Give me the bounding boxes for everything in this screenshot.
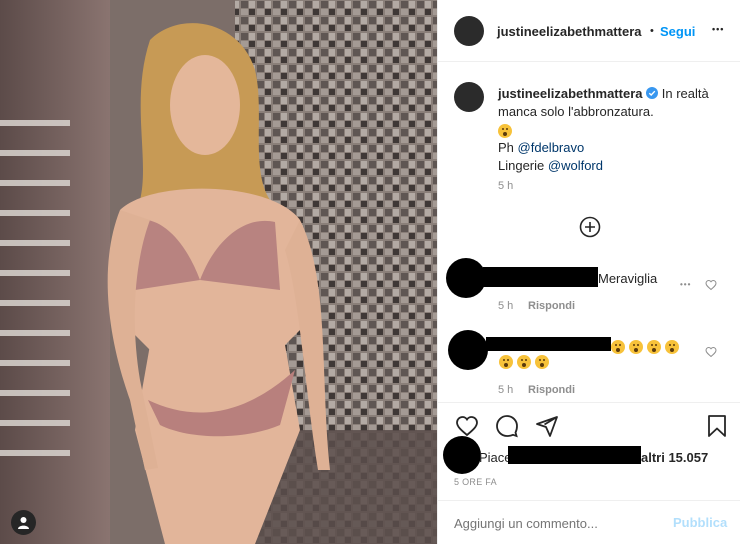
- bookmark-icon[interactable]: [706, 414, 728, 438]
- likes-avatar[interactable]: [443, 436, 481, 474]
- caption-avatar[interactable]: [454, 82, 484, 112]
- astonished-emoji-icon: [535, 354, 549, 369]
- caption-text-1: In realtà: [661, 86, 709, 101]
- photo-credit-prefix: Ph: [498, 140, 514, 155]
- astonished-emoji-icon: [647, 339, 661, 354]
- photo-illustration: [0, 0, 437, 544]
- grin-emoji-icon: [498, 123, 512, 138]
- comment-2-reply-button[interactable]: Rispondi: [528, 384, 575, 396]
- comment-2-heart-icon[interactable]: [705, 346, 717, 358]
- lingerie-credit-mention[interactable]: @wolford: [548, 158, 603, 173]
- astonished-emoji-icon: [499, 354, 513, 369]
- more-options-button[interactable]: •••: [712, 24, 724, 34]
- caption: justineelizabethmattera In realtà manca …: [498, 85, 728, 175]
- comment-1-time[interactable]: 5 h: [498, 300, 513, 312]
- header-separator: •: [650, 25, 654, 37]
- comment-1-text: Meraviglia: [598, 271, 658, 286]
- lingerie-credit-prefix: Lingerie: [498, 158, 545, 173]
- follow-button[interactable]: Segui: [660, 24, 695, 39]
- author-username[interactable]: justineelizabethmattera: [497, 24, 642, 39]
- comment-2-time[interactable]: 5 h: [498, 384, 513, 396]
- astonished-emoji-icon: [665, 339, 679, 354]
- comment-2-emoji-row-1: [611, 338, 711, 356]
- post-side-panel: justineelizabethmattera • Segui ••• just…: [437, 0, 740, 544]
- add-circle-icon[interactable]: [579, 216, 601, 238]
- comment-1-more-button[interactable]: •••: [680, 280, 691, 289]
- comment-1-username-redaction: [483, 267, 598, 287]
- likes-count[interactable]: altri 15.057: [641, 450, 708, 465]
- post-time[interactable]: 5 ORE FA: [454, 477, 497, 487]
- caption-time[interactable]: 5 h: [498, 180, 513, 192]
- comment-1-reply-button[interactable]: Rispondi: [528, 300, 575, 312]
- post-actions: Piace altri 15.057 5 ORE FA: [438, 402, 740, 502]
- publish-button[interactable]: Pubblica: [673, 515, 727, 530]
- photo-credit-mention[interactable]: @fdelbravo: [518, 140, 585, 155]
- comment-2-avatar[interactable]: [448, 330, 488, 370]
- caption-text-2: manca solo l'abbronzatura.: [498, 104, 654, 119]
- comment-1-avatar[interactable]: [446, 258, 486, 298]
- astonished-emoji-icon: [611, 339, 625, 354]
- user-icon: [18, 517, 29, 529]
- tagged-users-button[interactable]: [11, 510, 36, 535]
- likes-prefix: Piace: [479, 450, 512, 465]
- caption-username[interactable]: justineelizabethmattera: [498, 86, 643, 101]
- heart-icon[interactable]: [455, 414, 479, 438]
- add-comment-bar: Pubblica: [438, 500, 740, 544]
- astonished-emoji-icon: [629, 339, 643, 354]
- comment-2-emoji-row-2: [499, 353, 599, 371]
- comment-1-heart-icon[interactable]: [705, 279, 717, 291]
- post-header: justineelizabethmattera • Segui •••: [438, 0, 740, 62]
- astonished-emoji-icon: [517, 354, 531, 369]
- author-avatar[interactable]: [454, 16, 484, 46]
- verified-badge-icon: [646, 87, 659, 99]
- comment-2-username-redaction: [486, 337, 611, 351]
- add-comment-input[interactable]: [454, 513, 664, 533]
- post-photo[interactable]: [0, 0, 437, 544]
- comment-icon[interactable]: [495, 414, 519, 438]
- likes-username-redaction: [508, 446, 641, 464]
- share-icon[interactable]: [535, 414, 559, 438]
